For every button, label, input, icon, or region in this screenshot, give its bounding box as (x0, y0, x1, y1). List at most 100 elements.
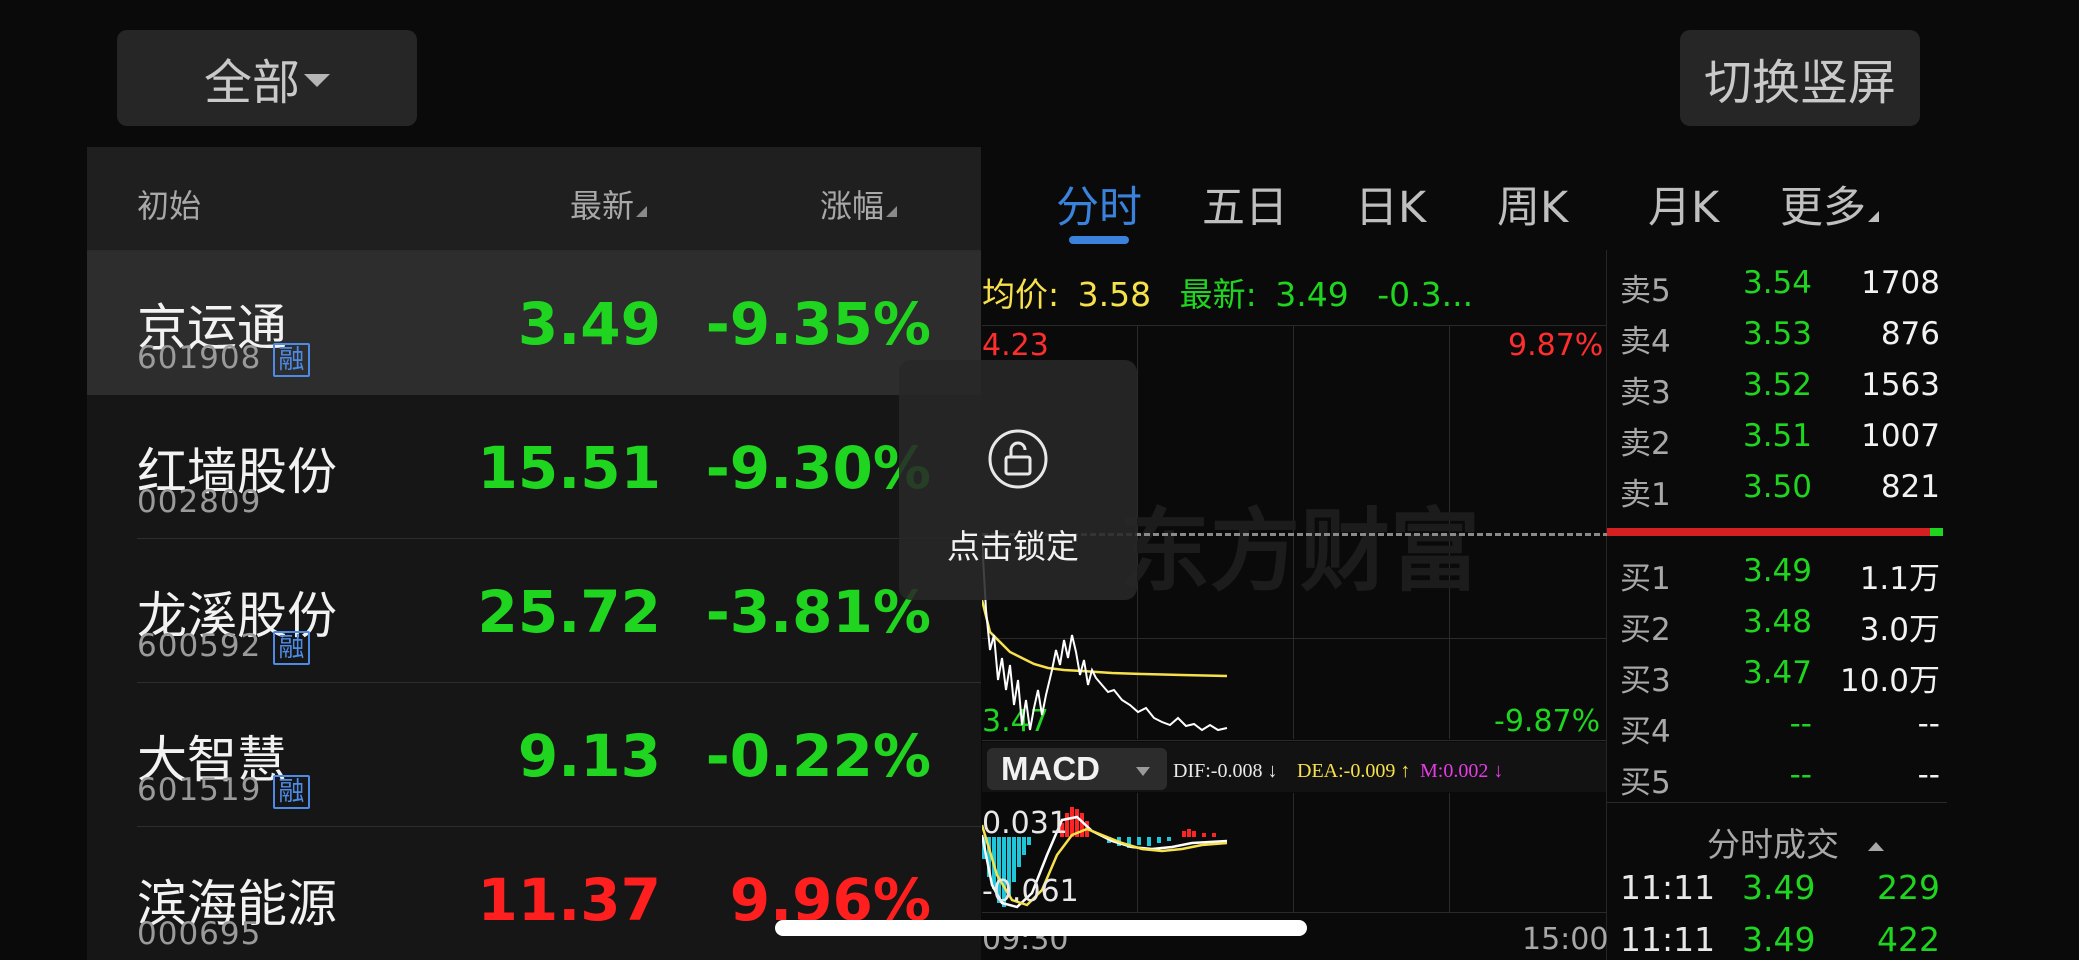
ask-label: 卖2 (1620, 426, 1671, 462)
stock-price: 25.72 (477, 578, 661, 646)
stock-code: 000695 (137, 916, 262, 952)
trade-volume: 422 (1877, 920, 1940, 959)
ask-volume: 1563 (1861, 367, 1940, 403)
trades-title: 分时成交 (1707, 825, 1839, 864)
sort-icon (636, 206, 648, 217)
ask-price: 3.54 (1742, 265, 1812, 301)
ask-volume: 1708 (1861, 265, 1940, 301)
bid-label: 买3 (1620, 663, 1671, 699)
stock-code-value: 601908 (137, 340, 262, 376)
ask-price: 3.51 (1742, 418, 1812, 454)
bid-row: 买4 -- -- (1620, 706, 1940, 757)
tab-intraday[interactable]: 分时 (1056, 173, 1142, 235)
stock-price: 15.51 (477, 434, 661, 502)
chevron-down-icon (1135, 766, 1150, 776)
bid-row: 买2 3.48 3.0万 (1620, 604, 1940, 655)
header-change-label: 涨幅 (820, 187, 885, 225)
trades-title-button[interactable]: 分时成交 (1707, 818, 1884, 866)
ask-row: 卖3 3.52 1563 (1620, 367, 1940, 418)
ask-label: 卖4 (1620, 324, 1671, 360)
chevron-down-icon (304, 73, 330, 87)
bid-volume: 10.0万 (1839, 663, 1940, 699)
ask-label: 卖5 (1620, 273, 1671, 309)
bid-price: -- (1789, 757, 1812, 793)
bid-row: 买1 3.49 1.1万 (1620, 553, 1940, 604)
trade-price: 3.49 (1742, 920, 1816, 959)
stock-code: 601519 融 (137, 772, 311, 809)
buy-sell-ratio-bar-green (1930, 528, 1943, 536)
header-latest-label: 最新 (570, 187, 635, 225)
indicator-select[interactable]: MACD (987, 748, 1167, 790)
grid-line (1449, 793, 1450, 913)
macd-y-bottom: -0.061 (982, 874, 1079, 909)
margin-badge: 融 (273, 630, 311, 665)
tab-more[interactable]: 更多 (1780, 173, 1879, 235)
sort-icon (886, 206, 898, 217)
grid-line (1293, 793, 1294, 913)
latest-price-label: 最新: (1179, 275, 1257, 314)
grid-line (982, 325, 1606, 326)
bid-row: 买3 3.47 10.0万 (1620, 655, 1940, 706)
bid-label: 买4 (1620, 714, 1671, 750)
stock-row[interactable]: 红墙股份 002809 15.51 -9.30% (87, 396, 981, 539)
tab-weekly-k[interactable]: 周K (1497, 173, 1568, 235)
stock-price: 9.13 (517, 722, 661, 790)
bid-label: 买5 (1620, 765, 1671, 801)
macd-y-top: 0.031 (982, 806, 1068, 841)
filter-dropdown[interactable]: 全部 (117, 30, 417, 126)
stock-code-value: 601519 (137, 772, 262, 808)
lock-button[interactable]: 点击锁定 (899, 360, 1137, 600)
chevron-up-icon (1867, 842, 1884, 851)
avg-price-label: 均价: (982, 275, 1060, 314)
ask-volume: 1007 (1861, 418, 1940, 454)
stock-code: 002809 (137, 484, 262, 520)
ask-row: 卖4 3.53 876 (1620, 316, 1940, 367)
stock-row[interactable]: 龙溪股份 600592 融 25.72 -3.81% (87, 540, 981, 683)
y-axis-bottom-pct: -9.87% (1494, 704, 1601, 739)
avg-price-value: 3.58 (1077, 275, 1152, 314)
tab-five-day[interactable]: 五日 (1202, 173, 1288, 235)
latest-price-change: -0.3... (1377, 275, 1474, 314)
stock-change: -9.35% (705, 290, 931, 358)
divider (137, 538, 981, 539)
trade-time: 11:11 (1620, 868, 1716, 907)
tab-more-label: 更多 (1780, 183, 1866, 233)
divider (137, 682, 981, 683)
stock-row[interactable]: 大智慧 601519 融 9.13 -0.22% (87, 684, 981, 827)
margin-badge: 融 (273, 342, 311, 377)
lock-label: 点击锁定 (947, 527, 1079, 566)
switch-portrait-button[interactable]: 切换竖屏 (1680, 30, 1920, 126)
ask-volume: 876 (1880, 316, 1940, 352)
buy-sell-ratio-bar (1607, 528, 1930, 536)
header-change[interactable]: 涨幅 (820, 181, 898, 227)
filter-label: 全部 (203, 55, 300, 111)
ask-row: 卖1 3.50 821 (1620, 469, 1940, 520)
tab-daily-k[interactable]: 日K (1355, 173, 1426, 235)
home-indicator[interactable] (775, 920, 1307, 936)
ask-row: 卖2 3.51 1007 (1620, 418, 1940, 469)
tab-monthly-k[interactable]: 月K (1648, 173, 1719, 235)
watchlist-header: 初始 最新 涨幅 (87, 147, 981, 252)
bid-price: -- (1789, 706, 1812, 742)
bid-price: 3.49 (1742, 553, 1812, 589)
ask-row: 卖5 3.54 1708 (1620, 265, 1940, 316)
bid-volume: -- (1917, 757, 1940, 793)
bid-label: 买1 (1620, 561, 1671, 597)
bid-price: 3.48 (1742, 604, 1812, 640)
header-latest[interactable]: 最新 (570, 181, 648, 227)
divider (1607, 802, 1947, 803)
stock-row[interactable]: 滨海能源 000695 11.37 9.96% (87, 828, 981, 960)
watchlist-panel: 初始 最新 涨幅 京运通 601908 融 3.49 -9.35% 红墙股份 00… (87, 147, 981, 960)
stock-row[interactable]: 京运通 601908 融 3.49 -9.35% (87, 252, 981, 395)
divider (137, 826, 981, 827)
margin-badge: 融 (273, 774, 311, 809)
tab-indicator (1069, 236, 1129, 244)
ask-label: 卖3 (1620, 375, 1671, 411)
header-name[interactable]: 初始 (137, 181, 201, 227)
trade-time: 11:11 (1620, 920, 1716, 959)
y-axis-top-pct: 9.87% (1508, 328, 1604, 363)
x-axis-end: 15:00 (1522, 922, 1609, 957)
latest-price-value: 3.49 (1275, 275, 1349, 314)
trade-price: 3.49 (1742, 868, 1816, 907)
switch-portrait-label: 切换竖屏 (1703, 55, 1896, 111)
